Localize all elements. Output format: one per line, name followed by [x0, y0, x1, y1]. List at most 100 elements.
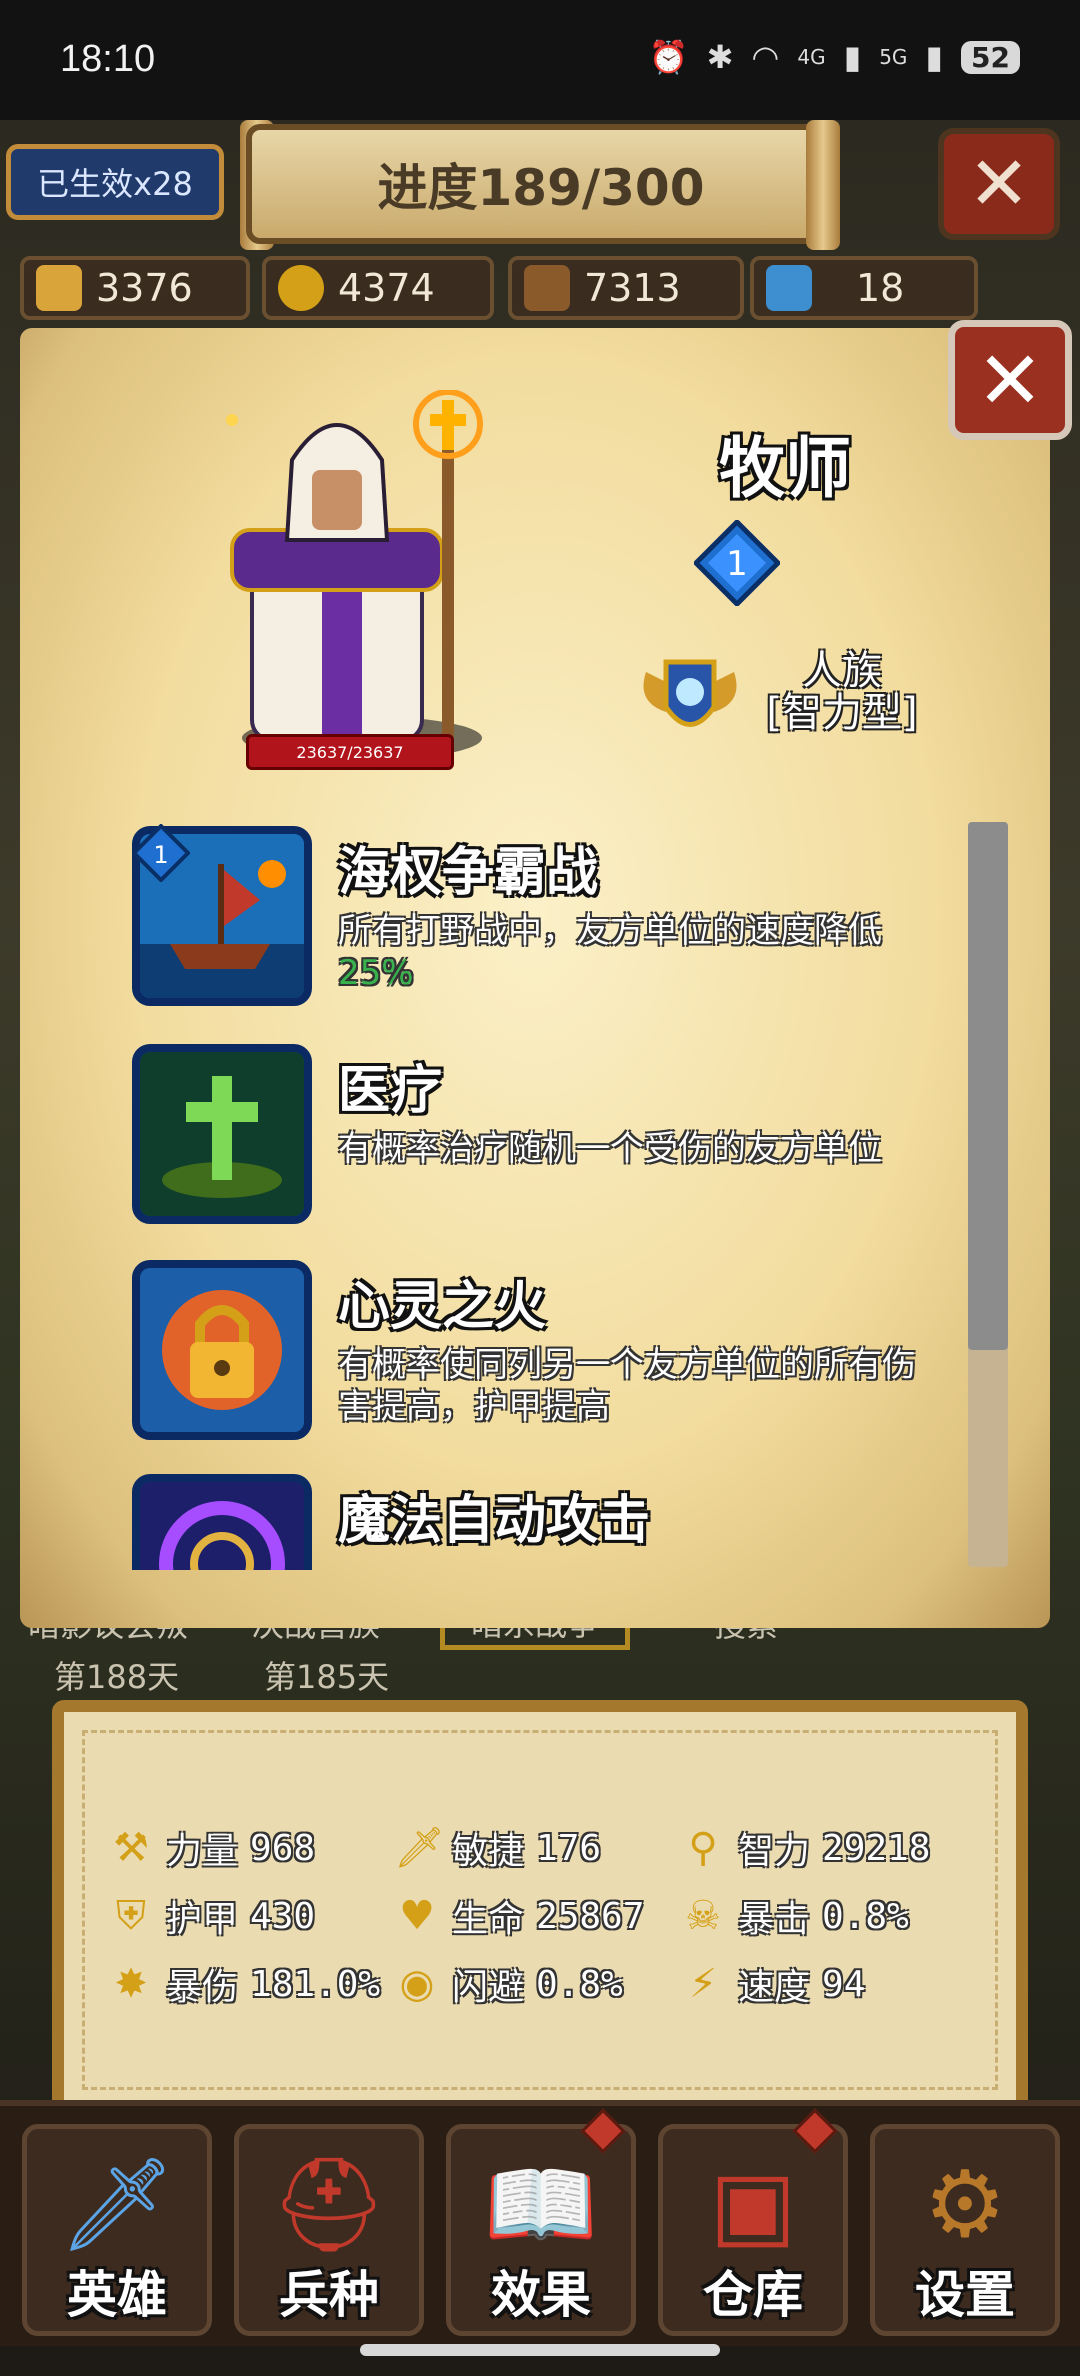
nav-heroes[interactable]: 🗡 英雄: [22, 2124, 212, 2336]
resource-gold: 4374: [262, 256, 494, 320]
treasure-chest-icon: ▣: [709, 2151, 797, 2258]
stat-label: 生命: [452, 1899, 525, 1940]
stat-value: 0.8%: [536, 1963, 623, 2005]
status-time: 18:10: [60, 38, 156, 80]
stat-armor: ⛨ 护甲 430: [108, 1890, 315, 1942]
nav-label: 兵种: [279, 2266, 379, 2324]
nav-label: 效果: [491, 2266, 591, 2324]
level-gem-icon: 1: [694, 520, 780, 606]
heart-icon: ♥: [399, 1893, 435, 1939]
skill-title: 心灵之火: [338, 1277, 547, 1337]
stat-label: 护甲: [166, 1899, 239, 1940]
stat-label: 速度: [738, 1967, 811, 2008]
race-type: [智力型]: [766, 690, 918, 736]
stat-value: 94: [822, 1963, 866, 2005]
battery-indicator: 52: [961, 40, 1020, 74]
race-emblem-icon: [643, 659, 737, 727]
inner-fire-lock-icon: [132, 1260, 312, 1440]
staff-icon: ⚲: [688, 1825, 718, 1871]
stat-agility: 🗡 敏捷 176: [394, 1822, 601, 1874]
skill-item[interactable]: 医疗 有概率治疗随机一个受伤的友方单位: [120, 1038, 960, 1228]
nav-label: 英雄: [67, 2266, 167, 2324]
gold-coins-icon: [278, 265, 324, 311]
nav-units[interactable]: ⛑ 兵种: [234, 2124, 424, 2336]
stat-strength: ⚒ 力量 968: [108, 1822, 315, 1874]
axe-icon: ⚒: [113, 1825, 149, 1871]
bluetooth-icon: ✱: [706, 38, 734, 76]
panel-close-button[interactable]: ✕: [948, 320, 1072, 440]
skill-level: 1: [153, 841, 168, 869]
skill-title: 魔法自动攻击: [338, 1491, 651, 1551]
skill-list[interactable]: 1 海权争霸战 所有打野战中，友方单位的速度降低25% 医疗 有概率治疗随机一个…: [120, 820, 960, 1570]
stat-crit-damage: ✸ 暴伤 181.0%: [108, 1958, 380, 2010]
sword-icon: 🗡: [394, 1825, 445, 1871]
stat-label: 闪避: [452, 1967, 525, 2008]
stat-label: 暴伤: [166, 1967, 239, 2008]
skill-desc-text: 有概率使同列另一个友方单位的所有伤害提高，护甲提高: [338, 1345, 916, 1427]
stat-value: 0.8%: [822, 1895, 909, 1937]
stat-value: 29218: [822, 1827, 931, 1869]
arcane-vortex-icon: [132, 1474, 312, 1570]
helmet-icon: ⛑: [270, 2151, 388, 2258]
network-4g-label: 4G: [797, 45, 826, 69]
nav-label: 仓库: [703, 2266, 803, 2324]
skill-description: 所有打野战中，友方单位的速度降低25%: [338, 910, 938, 994]
network-5g-label: 5G: [879, 45, 908, 69]
stat-label: 暴击: [738, 1899, 811, 1940]
skill-desc-highlight: 25%: [338, 953, 414, 993]
status-icons: ⏰ ✱ ◠ 4G ▮ 5G ▮ 52: [649, 38, 1020, 76]
top-close-button[interactable]: ✕: [938, 128, 1060, 240]
magic-key-icon: [766, 265, 812, 311]
signal-icon: ▮: [843, 38, 862, 76]
stat-value: 25867: [536, 1895, 645, 1937]
resource-key: 18: [750, 256, 978, 320]
skill-title: 海权争霸战: [338, 843, 599, 903]
stat-intelligence: ⚲ 智力 29218: [680, 1822, 930, 1874]
skill-item[interactable]: 魔法自动攻击: [120, 1468, 960, 1570]
home-indicator[interactable]: [360, 2344, 720, 2356]
story-day: 第188天: [54, 1658, 180, 1696]
spellbook-icon: 📖: [483, 2151, 599, 2258]
stat-value: 968: [250, 1827, 316, 1869]
population-icon: [36, 265, 82, 311]
shield-icon: ⛨: [116, 1893, 146, 1939]
signal-icon: ▮: [925, 38, 944, 76]
skill-description: 有概率使同列另一个友方单位的所有伤害提高，护甲提高: [338, 1344, 938, 1428]
sword-icon: 🗡: [58, 2151, 176, 2258]
stat-speed: ⚡ 速度 94: [680, 1958, 865, 2010]
stats-panel: ⚒ 力量 968 🗡 敏捷 176 ⚲ 智力 29218 ⛨ 护甲 430 ♥ …: [52, 1700, 1028, 2120]
stat-value: 181.0%: [250, 1963, 381, 2005]
skill-scroll-thumb[interactable]: [968, 822, 1008, 1350]
nav-label: 设置: [915, 2266, 1015, 2324]
skill-title: 医疗: [338, 1061, 443, 1121]
skill-desc-text: 有概率治疗随机一个受伤的友方单位: [338, 1129, 882, 1169]
race-text: 人族 [智力型]: [752, 650, 932, 734]
nav-settings[interactable]: ⚙ 设置: [870, 2124, 1060, 2336]
eye-icon: ◉: [399, 1961, 435, 2007]
race-name: 人族: [802, 648, 882, 694]
story-day: 第185天: [264, 1658, 390, 1696]
stat-label: 敏捷: [452, 1831, 525, 1872]
stat-value: 430: [250, 1895, 316, 1937]
wood-logs-icon: [524, 265, 570, 311]
stat-health: ♥ 生命 25867: [394, 1890, 644, 1942]
skill-desc-text: 所有打野战中，友方单位的速度降低: [338, 911, 882, 951]
progress-banner: 进度189/300: [246, 124, 836, 244]
hero-level: 1: [726, 544, 748, 584]
stat-label: 智力: [738, 1831, 811, 1872]
buff-badge[interactable]: 已生效x28: [6, 144, 224, 220]
hp-bar: 23637/23637: [246, 734, 454, 770]
resource-value: 7313: [584, 266, 681, 310]
lightning-icon: ⚡: [688, 1961, 718, 2007]
resource-population: 3376: [20, 256, 250, 320]
skill-item[interactable]: 1 海权争霸战 所有打野战中，友方单位的速度降低25%: [120, 820, 960, 1010]
stat-value: 176: [536, 1827, 602, 1869]
priest-character-portrait: [226, 390, 483, 760]
skull-icon: ☠: [685, 1893, 721, 1939]
nav-storage[interactable]: ▣ 仓库: [658, 2108, 848, 2336]
skill-item[interactable]: 心灵之火 有概率使同列另一个友方单位的所有伤害提高，护甲提高: [120, 1254, 960, 1444]
healing-cross-icon: [132, 1044, 312, 1224]
hero-name: 牧师: [719, 430, 851, 507]
nav-effects[interactable]: 📖 效果: [446, 2108, 636, 2336]
skill-description: 有概率治疗随机一个受伤的友方单位: [338, 1128, 938, 1170]
